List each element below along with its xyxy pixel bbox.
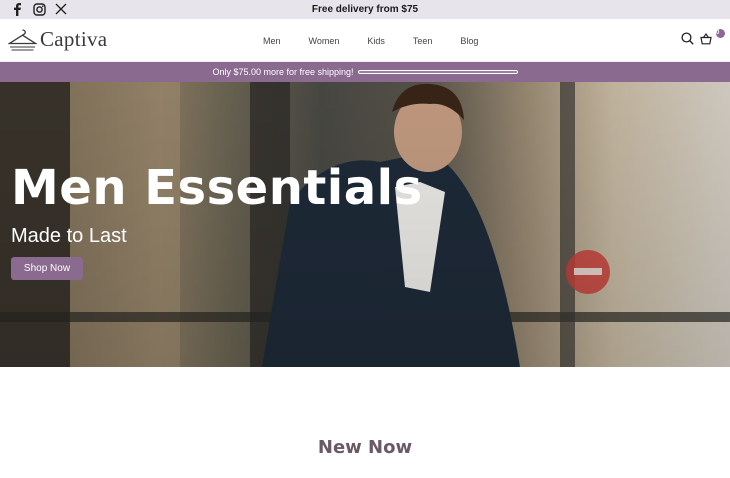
x-icon[interactable] xyxy=(54,2,68,16)
hanger-logo-icon xyxy=(8,28,37,51)
shipping-progress-bar xyxy=(357,70,518,74)
free-shipping-message: Only $75.00 more for free shipping! xyxy=(212,67,354,77)
instagram-icon[interactable] xyxy=(32,2,46,16)
nav-item-women[interactable]: Women xyxy=(309,36,340,46)
site-header: Captiva Men Women Kids Teen Blog 0 xyxy=(0,19,730,62)
nav-item-kids[interactable]: Kids xyxy=(367,36,385,46)
main-nav: Men Women Kids Teen Blog xyxy=(263,19,506,62)
hero-subtitle: Made to Last xyxy=(11,225,127,247)
hero-title: Men Essentials xyxy=(11,160,423,216)
top-announcement-bar: Free delivery from $75 xyxy=(0,0,730,19)
cart-button[interactable]: 0 xyxy=(700,28,725,45)
header-actions: 0 xyxy=(681,28,725,45)
free-shipping-bar: Only $75.00 more for free shipping! xyxy=(0,62,730,82)
cart-count-badge: 0 xyxy=(716,28,725,38)
nav-item-blog[interactable]: Blog xyxy=(460,36,478,46)
nav-item-teen[interactable]: Teen xyxy=(413,36,433,46)
logo[interactable]: Captiva xyxy=(8,27,107,52)
logo-text: Captiva xyxy=(40,27,108,51)
basket-icon xyxy=(700,32,712,44)
promo-text: Free delivery from $75 xyxy=(311,4,419,15)
nav-item-men[interactable]: Men xyxy=(263,36,281,46)
hero-banner: Men Essentials Made to Last Shop Now xyxy=(0,82,730,367)
search-icon[interactable] xyxy=(681,32,694,45)
section-title: New Now xyxy=(317,437,413,458)
shop-now-button[interactable]: Shop Now xyxy=(11,257,83,280)
facebook-icon[interactable] xyxy=(10,2,24,16)
social-links xyxy=(10,2,68,16)
